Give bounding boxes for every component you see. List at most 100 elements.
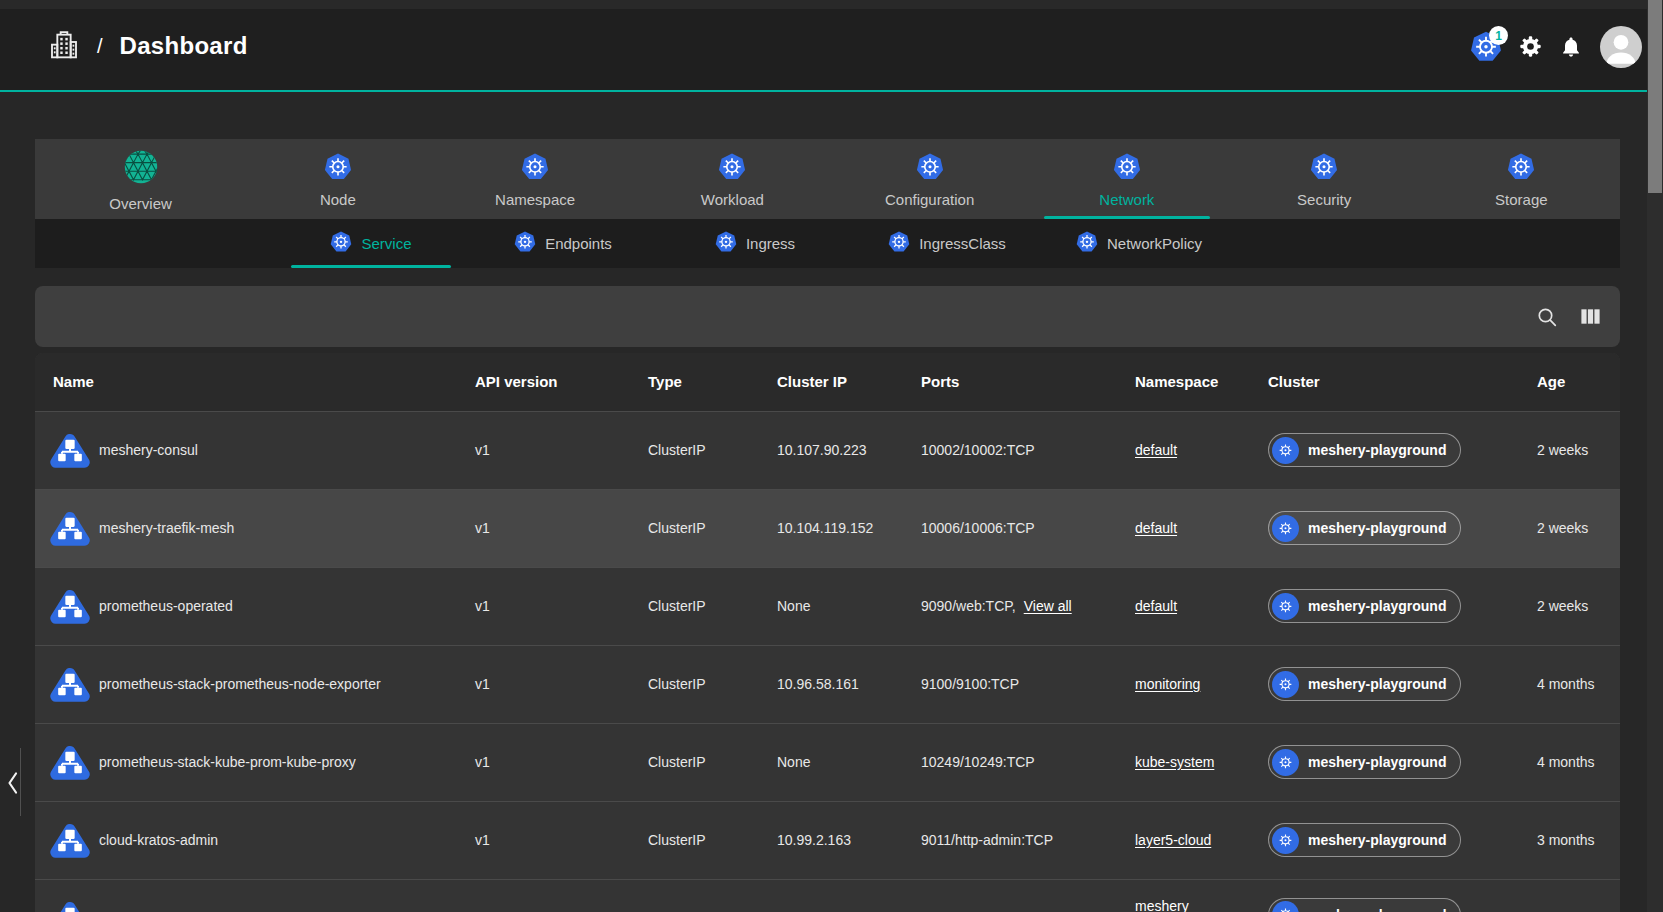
kubernetes-icon bbox=[718, 153, 746, 185]
service-row[interactable]: cloud-kratos-admin v1 ClusterIP 10.99.2.… bbox=[35, 801, 1620, 879]
cluster-chip[interactable]: meshery-playground bbox=[1268, 745, 1461, 779]
user-avatar[interactable] bbox=[1600, 26, 1642, 68]
resource-tab[interactable]: Node bbox=[239, 139, 436, 219]
kubernetes-icon bbox=[1272, 901, 1299, 912]
column-header[interactable]: Ports bbox=[903, 353, 1117, 411]
collapse-drawer-chevron-icon[interactable] bbox=[4, 769, 20, 801]
column-header[interactable]: Cluster bbox=[1250, 353, 1519, 411]
drawer-divider bbox=[20, 748, 21, 816]
kubernetes-icon bbox=[1076, 231, 1098, 257]
service-row[interactable]: meshery meshery-playground bbox=[35, 879, 1620, 912]
cluster-chip[interactable]: meshery-playground bbox=[1268, 823, 1461, 857]
api-version-cell: v1 bbox=[457, 801, 630, 879]
search-icon[interactable] bbox=[1535, 305, 1559, 329]
column-header[interactable]: Name bbox=[35, 353, 457, 411]
kubernetes-icon bbox=[1272, 515, 1299, 542]
type-cell: ClusterIP bbox=[630, 645, 759, 723]
notifications-bell-icon[interactable] bbox=[1559, 35, 1583, 63]
scrollbar-thumb[interactable] bbox=[1648, 0, 1662, 193]
cluster-ip-cell: None bbox=[759, 567, 903, 645]
service-row[interactable]: prometheus-stack-kube-prom-kube-proxy v1… bbox=[35, 723, 1620, 801]
namespace-cell: default bbox=[1117, 567, 1250, 645]
age-cell: 4 months bbox=[1519, 723, 1620, 801]
service-name: prometheus-stack-prometheus-node-exporte… bbox=[99, 676, 381, 692]
subtab[interactable]: Endpoints bbox=[467, 219, 659, 268]
namespace-cell: monitoring bbox=[1117, 645, 1250, 723]
cluster-chip[interactable]: meshery-playground bbox=[1268, 898, 1461, 912]
table-toolbar bbox=[35, 286, 1620, 347]
meshery-logo-icon bbox=[123, 149, 159, 189]
service-row[interactable]: prometheus-stack-prometheus-node-exporte… bbox=[35, 645, 1620, 723]
kubernetes-context-button[interactable]: 1 bbox=[1470, 31, 1502, 63]
resource-tabbar: Overview Node Namespace Workload Configu… bbox=[35, 139, 1620, 219]
namespace-link[interactable]: default bbox=[1135, 598, 1177, 614]
column-header[interactable]: Cluster IP bbox=[759, 353, 903, 411]
settings-gear-icon[interactable] bbox=[1518, 34, 1543, 63]
page-scrollbar[interactable] bbox=[1647, 0, 1663, 912]
cluster-cell: meshery-playground bbox=[1250, 645, 1519, 723]
namespace-link[interactable]: default bbox=[1135, 520, 1177, 536]
age-cell: 2 weeks bbox=[1519, 489, 1620, 567]
api-version-cell bbox=[457, 879, 630, 912]
kubernetes-icon bbox=[888, 231, 910, 257]
ports-cell: 9100/9100:TCP bbox=[903, 645, 1117, 723]
breadcrumb-separator: / bbox=[97, 35, 103, 58]
resource-tab[interactable]: Network bbox=[1028, 139, 1225, 219]
view-columns-icon[interactable] bbox=[1579, 305, 1602, 328]
api-version-cell: v1 bbox=[457, 411, 630, 489]
ports-cell: 10249/10249:TCP bbox=[903, 723, 1117, 801]
service-row[interactable]: prometheus-operated v1 ClusterIP None 90… bbox=[35, 567, 1620, 645]
subtab[interactable]: Service bbox=[275, 219, 467, 268]
subtab[interactable]: Ingress bbox=[659, 219, 851, 268]
service-row[interactable]: meshery-consul v1 ClusterIP 10.107.90.22… bbox=[35, 411, 1620, 489]
namespace-link[interactable]: kube-system bbox=[1135, 754, 1214, 770]
column-header[interactable]: Type bbox=[630, 353, 759, 411]
kubernetes-icon bbox=[324, 153, 352, 185]
cluster-cell: meshery-playground bbox=[1250, 879, 1519, 912]
resource-tab[interactable]: Namespace bbox=[437, 139, 634, 219]
cluster-cell: meshery-playground bbox=[1250, 801, 1519, 879]
ports-cell: 10006/10006:TCP bbox=[903, 489, 1117, 567]
services-table: NameAPI versionTypeCluster IPPortsNamesp… bbox=[35, 353, 1620, 912]
age-cell: 3 months bbox=[1519, 801, 1620, 879]
resource-tab[interactable]: Configuration bbox=[831, 139, 1028, 219]
resource-tab[interactable]: Security bbox=[1226, 139, 1423, 219]
namespace-cell: layer5-cloud bbox=[1117, 801, 1250, 879]
type-cell: ClusterIP bbox=[630, 489, 759, 567]
organization-icon[interactable] bbox=[48, 30, 80, 62]
column-header[interactable]: Age bbox=[1519, 353, 1620, 411]
view-all-ports-link[interactable]: View all bbox=[1024, 598, 1072, 614]
namespace-link[interactable]: meshery bbox=[1135, 898, 1189, 912]
namespace-link[interactable]: layer5-cloud bbox=[1135, 832, 1211, 848]
namespace-link[interactable]: monitoring bbox=[1135, 676, 1200, 692]
kubernetes-icon bbox=[1272, 671, 1299, 698]
service-name: meshery-consul bbox=[99, 442, 198, 458]
cluster-chip[interactable]: meshery-playground bbox=[1268, 511, 1461, 545]
cluster-cell: meshery-playground bbox=[1250, 567, 1519, 645]
column-header[interactable]: Namespace bbox=[1117, 353, 1250, 411]
cluster-chip[interactable]: meshery-playground bbox=[1268, 433, 1461, 467]
kubernetes-icon bbox=[1310, 153, 1338, 185]
cluster-chip[interactable]: meshery-playground bbox=[1268, 667, 1461, 701]
age-cell: 2 weeks bbox=[1519, 567, 1620, 645]
cluster-ip-cell: 10.96.58.161 bbox=[759, 645, 903, 723]
column-header[interactable]: API version bbox=[457, 353, 630, 411]
subtab[interactable]: IngressClass bbox=[851, 219, 1043, 268]
resource-tab[interactable]: Overview bbox=[42, 139, 239, 219]
kubernetes-icon bbox=[1272, 827, 1299, 854]
api-version-cell: v1 bbox=[457, 567, 630, 645]
service-name: prometheus-stack-kube-prom-kube-proxy bbox=[99, 754, 356, 770]
api-version-cell: v1 bbox=[457, 645, 630, 723]
kubernetes-icon bbox=[1113, 153, 1141, 185]
cluster-chip[interactable]: meshery-playground bbox=[1268, 589, 1461, 623]
service-row[interactable]: meshery-traefik-mesh v1 ClusterIP 10.104… bbox=[35, 489, 1620, 567]
resource-tab[interactable]: Storage bbox=[1423, 139, 1620, 219]
type-cell bbox=[630, 879, 759, 912]
service-icon bbox=[50, 508, 90, 548]
resource-tab[interactable]: Workload bbox=[634, 139, 831, 219]
age-cell: 4 months bbox=[1519, 645, 1620, 723]
cluster-ip-cell: 10.104.119.152 bbox=[759, 489, 903, 567]
namespace-link[interactable]: default bbox=[1135, 442, 1177, 458]
subtab[interactable]: NetworkPolicy bbox=[1043, 219, 1235, 268]
service-icon bbox=[50, 586, 90, 626]
